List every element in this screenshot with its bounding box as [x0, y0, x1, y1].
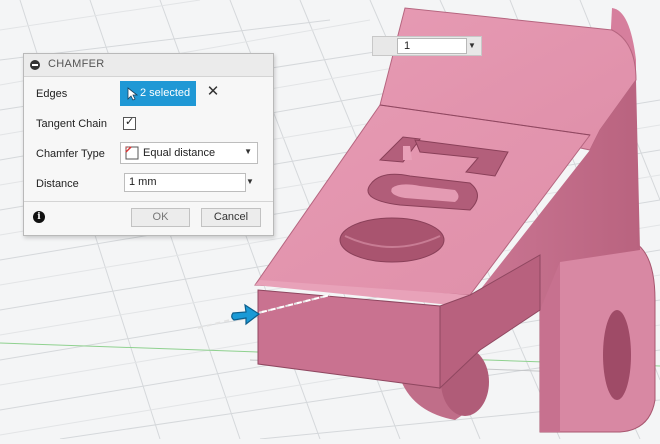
chevron-down-icon: ▼	[244, 147, 252, 156]
ok-button[interactable]: OK	[131, 208, 190, 227]
distance-float-input-box: 1 ▼	[372, 36, 482, 56]
dialog-header[interactable]: CHAMFER	[24, 54, 273, 77]
tangent-chain-checkbox[interactable]: ✓	[123, 116, 136, 130]
chamfer-type-value: Equal distance	[143, 147, 216, 159]
dialog-title: CHAMFER	[48, 58, 105, 70]
distance-input[interactable]: 1 mm	[124, 173, 246, 192]
tangent-chain-label: Tangent Chain	[36, 118, 107, 130]
chamfer-type-select[interactable]: Equal distance ▼	[120, 142, 258, 164]
equal-distance-icon	[125, 146, 139, 160]
x-icon[interactable]: ✕	[206, 84, 220, 99]
float-value-input[interactable]: 1	[397, 38, 467, 54]
chamfer-type-label: Chamfer Type	[36, 148, 105, 160]
info-icon[interactable]: i	[33, 211, 45, 223]
cancel-button[interactable]: Cancel	[201, 208, 261, 227]
edges-label: Edges	[36, 88, 68, 100]
chevron-down-icon[interactable]: ▼	[246, 177, 254, 186]
cursor-arrow-icon	[127, 87, 138, 101]
chamfer-dialog: CHAMFER Edges 2 selected ✕ Tangent Chain…	[23, 53, 274, 236]
minus-circle-icon[interactable]	[30, 60, 40, 70]
chevron-down-icon[interactable]: ▼	[466, 38, 478, 54]
edges-selection-label: 2 selected	[140, 87, 191, 99]
edges-selection-button[interactable]: 2 selected	[120, 81, 196, 106]
check-icon: ✓	[125, 116, 135, 128]
divider	[24, 201, 273, 202]
distance-label: Distance	[36, 178, 79, 190]
